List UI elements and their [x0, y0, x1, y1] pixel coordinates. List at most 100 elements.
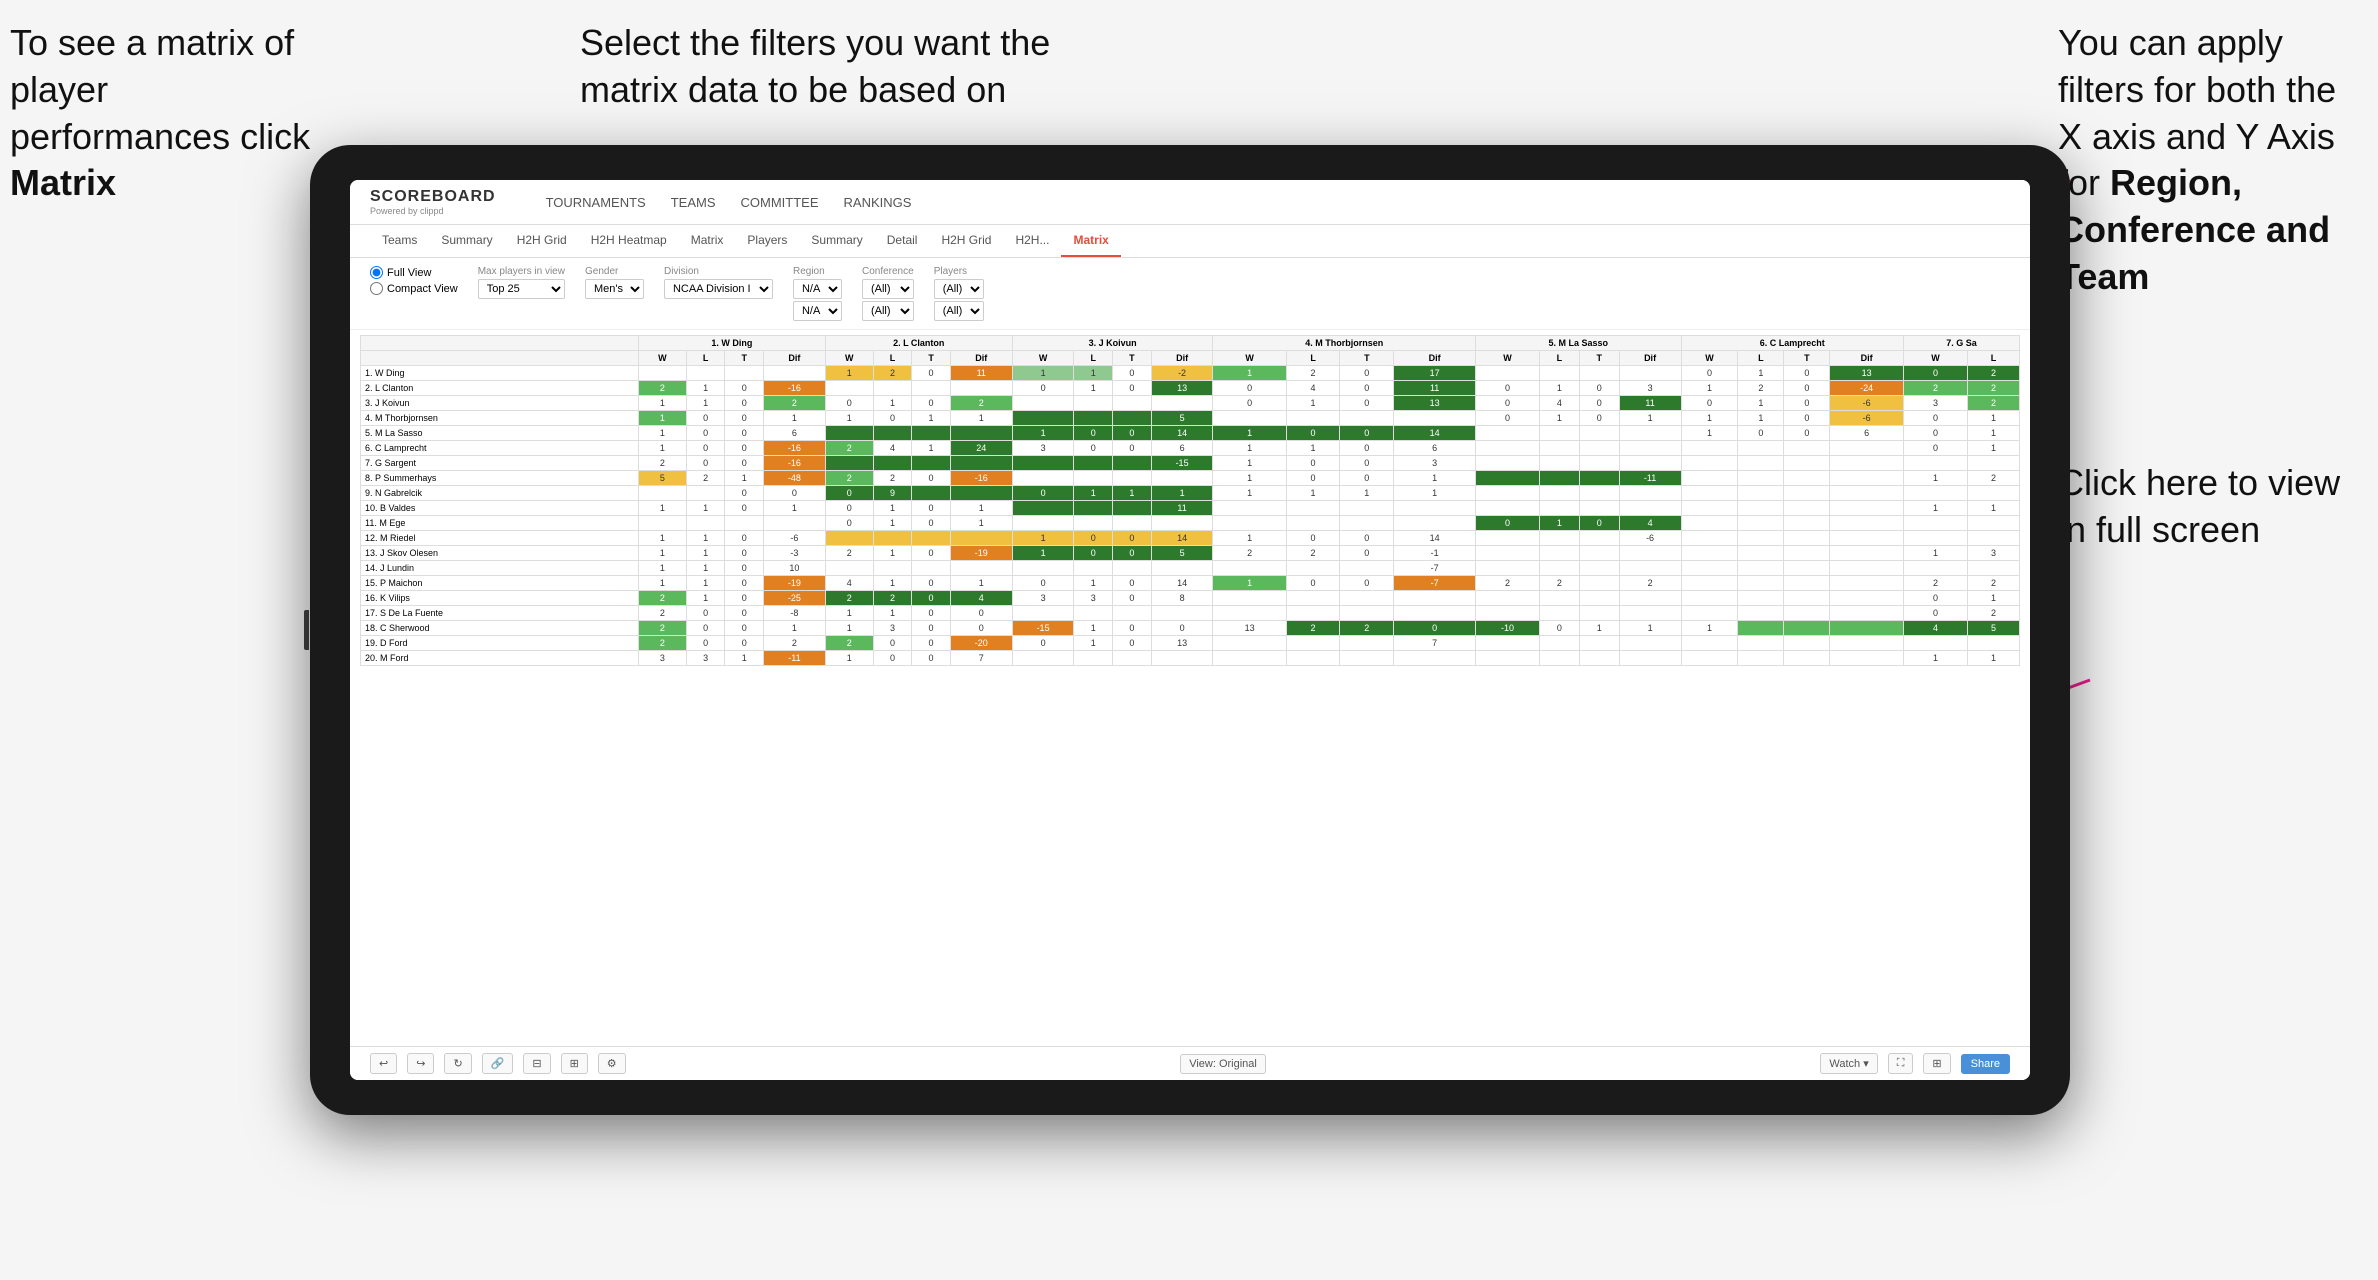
sub-col-t3: T	[1113, 351, 1152, 366]
tab-h2h-grid2[interactable]: H2H Grid	[929, 225, 1003, 257]
table-row: 20. M Ford 3 3 1 -11 1 0 0 7	[361, 651, 2020, 666]
logo-title: SCOREBOARD	[370, 188, 496, 206]
gender-label: Gender	[585, 266, 644, 277]
full-view-option[interactable]: Full View	[370, 266, 458, 279]
cell	[1830, 651, 1904, 666]
compact-view-option[interactable]: Compact View	[370, 282, 458, 295]
cell: 1	[1213, 576, 1286, 591]
cell: 0	[912, 546, 951, 561]
tab-summary[interactable]: Summary	[429, 225, 504, 257]
nav-tournaments[interactable]: TOURNAMENTS	[546, 191, 646, 214]
cell	[1830, 606, 1904, 621]
cell	[1681, 546, 1738, 561]
cell	[1074, 501, 1113, 516]
redo-button[interactable]: ↪	[407, 1053, 434, 1074]
cell: 1	[638, 411, 686, 426]
cell: 2	[825, 636, 873, 651]
grid-button[interactable]: ⊞	[1923, 1053, 1950, 1074]
cell: 2	[1539, 576, 1579, 591]
cell: 2	[1903, 576, 1967, 591]
tab-summary2[interactable]: Summary	[799, 225, 874, 257]
cell: 1	[873, 576, 912, 591]
zoom-in-button[interactable]: ⊞	[561, 1053, 588, 1074]
tab-h2h-grid[interactable]: H2H Grid	[505, 225, 579, 257]
cell: 6	[1830, 426, 1904, 441]
cell: 2	[1619, 576, 1681, 591]
cell: 1	[1903, 471, 1967, 486]
cell: 6	[1394, 441, 1476, 456]
cell	[1968, 561, 2020, 576]
link-button[interactable]: 🔗	[482, 1053, 514, 1074]
cell	[1619, 501, 1681, 516]
cell: 0	[912, 621, 951, 636]
tab-h2h-heatmap[interactable]: H2H Heatmap	[579, 225, 679, 257]
filter-gender: Gender Men's	[585, 266, 644, 299]
undo-button[interactable]: ↩	[370, 1053, 397, 1074]
cell: -11	[1619, 471, 1681, 486]
cell	[1113, 396, 1152, 411]
region-select2[interactable]: N/A	[793, 301, 842, 321]
cell: 0	[686, 441, 725, 456]
sub-col-l5: L	[1539, 351, 1579, 366]
zoom-out-button[interactable]: ⊟	[523, 1053, 550, 1074]
division-select[interactable]: NCAA Division I	[664, 279, 773, 299]
cell	[1903, 636, 1967, 651]
watch-label: Watch ▾	[1829, 1058, 1868, 1070]
matrix-area[interactable]: 1. W Ding 2. L Clanton 3. J Koivun 4. M …	[350, 330, 2030, 1046]
cell: 0	[725, 606, 764, 621]
cell: 1	[825, 366, 873, 381]
cell	[1213, 561, 1286, 576]
tab-matrix[interactable]: Matrix	[679, 225, 736, 257]
bottom-toolbar: ↩ ↪ ↻ 🔗 ⊟ ⊞ ⚙ View: Original Watch ▾ ⛶ ⊞	[350, 1046, 2030, 1080]
expand-button[interactable]: ⛶	[1888, 1053, 1914, 1074]
nav-committee[interactable]: COMMITTEE	[741, 191, 819, 214]
table-row: 10. B Valdes 1 1 0 1 0 1 0 1 11	[361, 501, 2020, 516]
view-original-button[interactable]: View: Original	[1180, 1054, 1266, 1074]
share-button[interactable]: Share	[1961, 1054, 2010, 1074]
cell: 0	[1012, 576, 1074, 591]
cell	[1830, 456, 1904, 471]
tab-teams[interactable]: Teams	[370, 225, 429, 257]
cell	[1784, 606, 1830, 621]
cell: 0	[873, 651, 912, 666]
players-select[interactable]: (All)	[934, 279, 984, 299]
cell	[1012, 456, 1074, 471]
player-name: 7. G Sargent	[361, 456, 639, 471]
max-players-select[interactable]: Top 25	[478, 279, 565, 299]
cell	[1213, 651, 1286, 666]
cell	[1113, 651, 1152, 666]
cell: 0	[912, 501, 951, 516]
compact-view-radio[interactable]	[370, 282, 383, 295]
refresh-button[interactable]: ↻	[444, 1053, 471, 1074]
cell: 1	[1213, 426, 1286, 441]
full-view-radio[interactable]	[370, 266, 383, 279]
tab-detail[interactable]: Detail	[875, 225, 930, 257]
tab-h2h2[interactable]: H2H...	[1003, 225, 1061, 257]
watch-button[interactable]: Watch ▾	[1820, 1053, 1877, 1074]
nav-rankings[interactable]: RANKINGS	[844, 191, 912, 214]
tab-matrix-active[interactable]: Matrix	[1061, 225, 1120, 257]
cell	[1619, 486, 1681, 501]
cell: -19	[950, 546, 1012, 561]
region-select[interactable]: N/A	[793, 279, 842, 299]
player-name: 13. J Skov Olesen	[361, 546, 639, 561]
nav-teams[interactable]: TEAMS	[671, 191, 716, 214]
cell: 0	[825, 396, 873, 411]
cell	[825, 561, 873, 576]
annotation-top-right-text: You can apply filters for both the X axi…	[2058, 22, 2336, 297]
cell: -6	[1619, 531, 1681, 546]
players-select2[interactable]: (All)	[934, 301, 984, 321]
sub-col-dif2: Dif	[950, 351, 1012, 366]
tab-players[interactable]: Players	[735, 225, 799, 257]
table-row: 6. C Lamprecht 1 0 0 -16 2 4 1 24 3 0 0 …	[361, 441, 2020, 456]
conference-select2[interactable]: (All)	[862, 301, 914, 321]
cell	[1151, 396, 1213, 411]
cell	[1340, 651, 1394, 666]
cell: 0	[1476, 516, 1540, 531]
conference-select[interactable]: (All)	[862, 279, 914, 299]
cell	[1539, 561, 1579, 576]
cell	[1113, 456, 1152, 471]
settings-button[interactable]: ⚙	[598, 1053, 626, 1074]
cell: 1	[1213, 456, 1286, 471]
gender-select[interactable]: Men's	[585, 279, 644, 299]
